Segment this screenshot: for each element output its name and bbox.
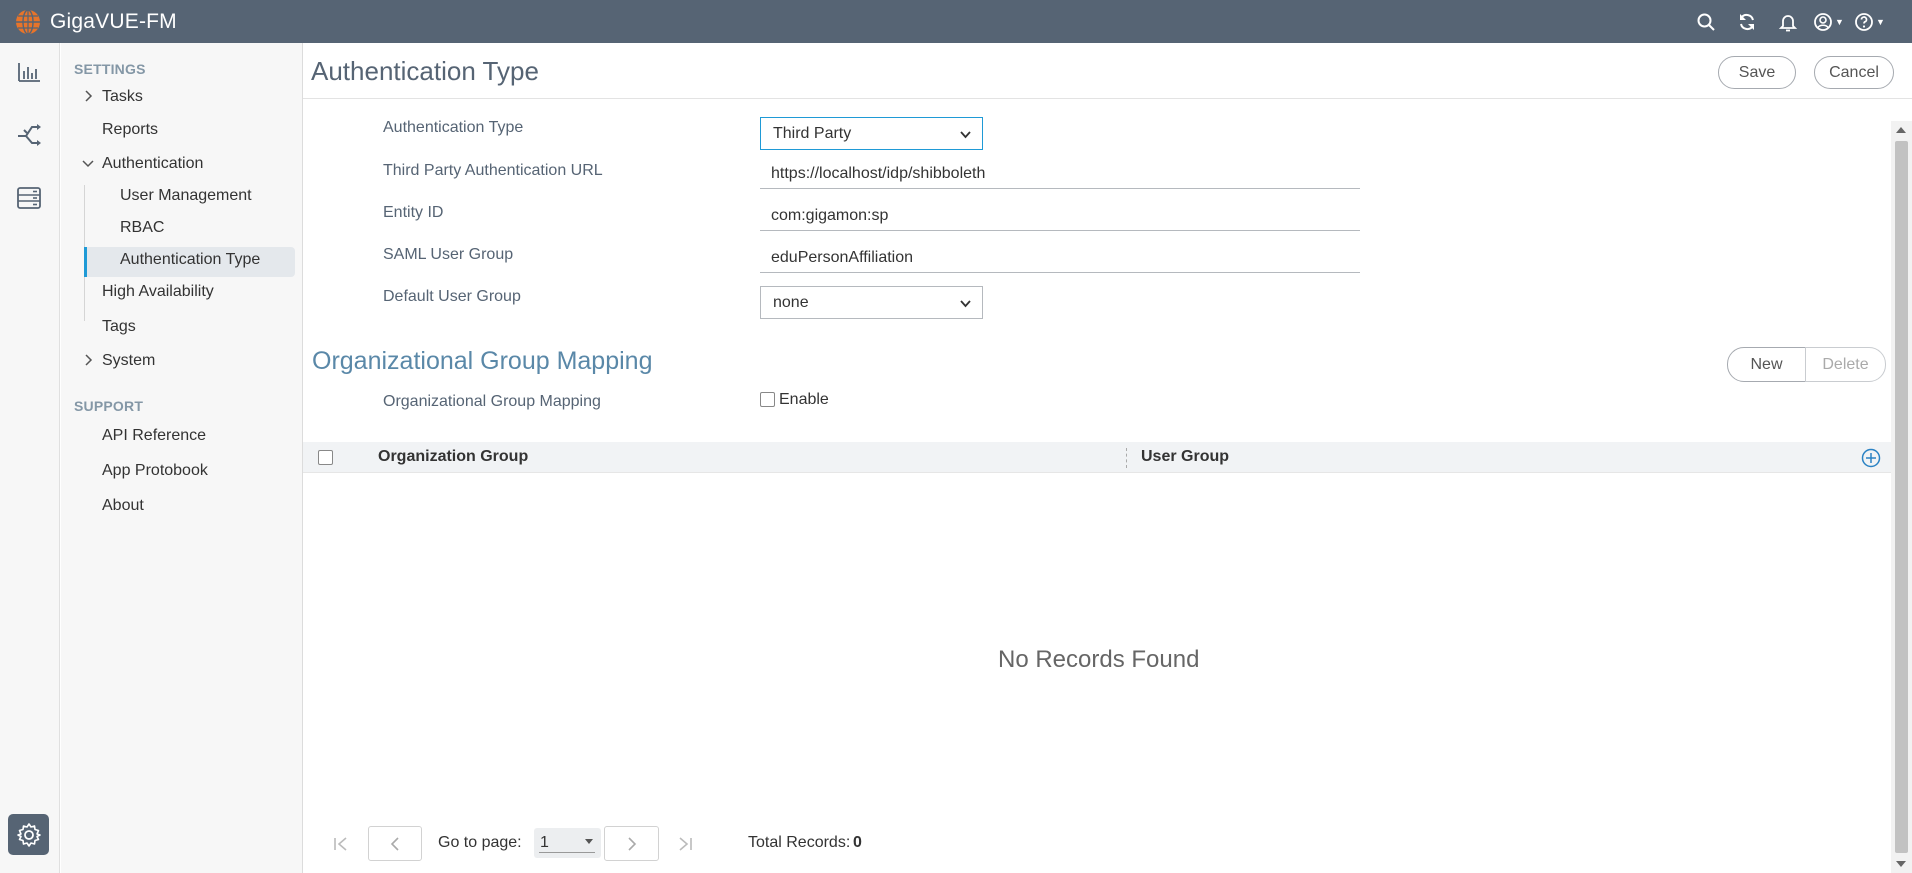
- column-header-organization-group[interactable]: Organization Group: [378, 448, 528, 466]
- nav-item-tags[interactable]: Tags: [102, 318, 136, 336]
- vertical-scrollbar[interactable]: [1891, 121, 1912, 873]
- settings-icon[interactable]: [8, 814, 49, 855]
- help-menu-icon[interactable]: ▼: [1849, 0, 1890, 43]
- gigamon-logo-icon: [16, 8, 40, 35]
- next-page-button[interactable]: [604, 826, 659, 861]
- caret-down-icon: [585, 839, 593, 844]
- nav-active-indicator: [84, 247, 87, 277]
- section-title-org-mapping: Organizational Group Mapping: [312, 347, 653, 375]
- nav-section-settings: SETTINGS: [74, 61, 146, 77]
- cancel-button[interactable]: Cancel: [1814, 56, 1894, 89]
- chevron-down-icon[interactable]: [81, 156, 95, 170]
- goto-page-label: Go to page:: [438, 834, 522, 851]
- chevron-right-icon[interactable]: [81, 89, 95, 103]
- chevron-right-icon: [627, 836, 636, 851]
- user-menu-icon[interactable]: ▼: [1808, 0, 1849, 43]
- top-bar: GigaVUE-FM ▼ ▼: [0, 0, 1912, 43]
- total-records-label: Total Records:: [748, 834, 851, 851]
- enable-label: Enable: [779, 391, 829, 408]
- page-select-underline: [539, 852, 595, 853]
- select-all-checkbox[interactable]: [318, 450, 333, 465]
- empty-state-message: No Records Found: [998, 646, 1200, 673]
- url-label: Third Party Authentication URL: [383, 162, 603, 179]
- chevron-left-icon: [390, 836, 399, 851]
- scrollbar-thumb[interactable]: [1895, 141, 1908, 853]
- nav-item-rbac[interactable]: RBAC: [120, 219, 164, 237]
- nav-section-support: SUPPORT: [74, 398, 144, 414]
- nav-item-about[interactable]: About: [102, 497, 144, 515]
- nav-item-authentication[interactable]: Authentication: [102, 155, 203, 173]
- header-divider: [303, 98, 1912, 99]
- settings-nav: SETTINGS Tasks Reports Authentication Us…: [61, 43, 303, 873]
- caret-down-icon: ▼: [1835, 16, 1844, 27]
- column-header-user-group[interactable]: User Group: [1141, 448, 1229, 466]
- nav-item-high-availability[interactable]: High Availability: [102, 283, 214, 301]
- nav-item-tasks[interactable]: Tasks: [102, 88, 143, 106]
- entity-id-field[interactable]: com:gigamon:sp: [760, 201, 1360, 231]
- refresh-icon[interactable]: [1726, 0, 1767, 43]
- column-divider[interactable]: [1126, 448, 1127, 468]
- inventory-icon[interactable]: [14, 183, 44, 213]
- last-page-icon[interactable]: [673, 833, 697, 855]
- caret-down-icon: ▼: [1876, 16, 1885, 27]
- chevron-down-icon: [960, 300, 971, 308]
- auth-type-label: Authentication Type: [383, 119, 524, 136]
- chevron-down-icon: [960, 131, 971, 139]
- auth-type-value: Third Party: [773, 124, 852, 142]
- chevron-right-icon[interactable]: [81, 353, 95, 367]
- app-title: GigaVUE-FM: [50, 9, 177, 33]
- page-title: Authentication Type: [311, 56, 539, 86]
- main-content: Authentication Type Save Cancel Authenti…: [303, 43, 1912, 873]
- nav-item-api-reference[interactable]: API Reference: [102, 427, 206, 445]
- search-icon[interactable]: [1685, 0, 1726, 43]
- enable-checkbox[interactable]: [760, 392, 775, 407]
- icon-rail: [0, 43, 60, 873]
- default-user-group-label: Default User Group: [383, 288, 521, 305]
- nav-item-app-protobook[interactable]: App Protobook: [102, 462, 208, 480]
- nav-item-system[interactable]: System: [102, 352, 155, 370]
- saml-user-group-field[interactable]: eduPersonAffiliation: [760, 243, 1360, 273]
- bell-icon[interactable]: [1767, 0, 1808, 43]
- nav-item-authentication-type[interactable]: Authentication Type: [120, 251, 260, 269]
- prev-page-button[interactable]: [368, 826, 422, 861]
- nav-item-user-management[interactable]: User Management: [120, 187, 252, 205]
- default-user-group-value: none: [773, 293, 809, 311]
- save-button[interactable]: Save: [1718, 56, 1796, 89]
- url-field[interactable]: https://localhost/idp/shibboleth: [760, 159, 1360, 189]
- total-records-value: 0: [853, 834, 862, 851]
- org-mapping-label: Organizational Group Mapping: [383, 393, 601, 410]
- new-button[interactable]: New: [1727, 347, 1806, 382]
- page-select-value: 1: [540, 834, 549, 851]
- entity-id-label: Entity ID: [383, 204, 444, 221]
- auth-type-select[interactable]: Third Party: [760, 117, 983, 150]
- table-header: Organization Group User Group: [303, 442, 1893, 473]
- scroll-up-arrow-icon[interactable]: [1896, 127, 1906, 133]
- dashboard-icon[interactable]: [14, 57, 44, 87]
- default-user-group-select[interactable]: none: [760, 286, 983, 319]
- saml-user-group-label: SAML User Group: [383, 246, 514, 263]
- delete-button[interactable]: Delete: [1805, 347, 1886, 382]
- first-page-icon[interactable]: [329, 833, 353, 855]
- page-select[interactable]: 1: [534, 828, 601, 858]
- traffic-icon[interactable]: [14, 119, 44, 149]
- add-circle-icon[interactable]: [1861, 448, 1881, 468]
- nav-item-reports[interactable]: Reports: [102, 121, 158, 139]
- scroll-down-arrow-icon[interactable]: [1896, 861, 1906, 867]
